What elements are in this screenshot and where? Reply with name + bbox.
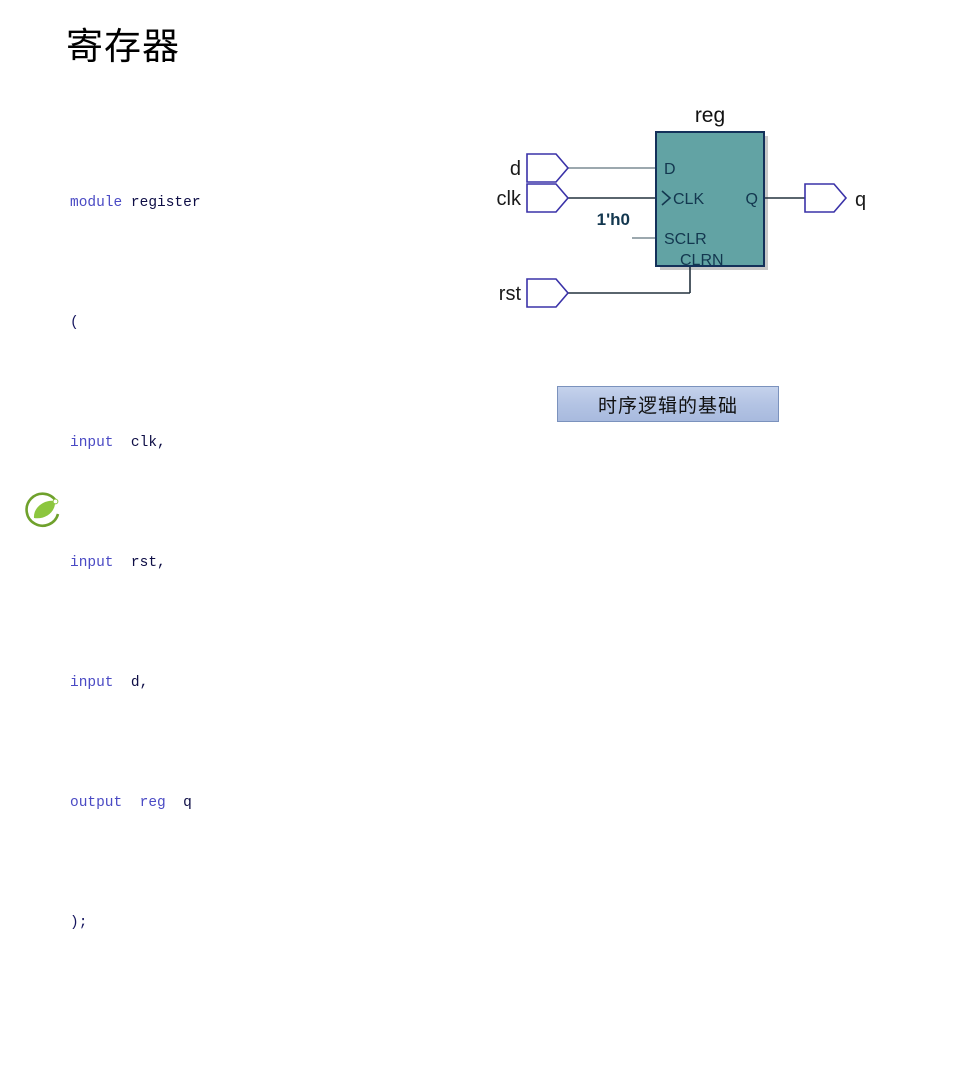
code-token-input-clk: input bbox=[70, 435, 114, 451]
code-line: module register bbox=[70, 188, 430, 218]
code-line: output reg q bbox=[70, 788, 430, 818]
register-schematic-diagram: reg D CLK SCLR CLRN Q 1'h0 d clk rst q bbox=[480, 90, 920, 330]
slide-canvas: 寄存器 module register ( input clk, input r… bbox=[0, 0, 960, 931]
code-token-input-rst: input bbox=[70, 555, 114, 571]
port-label-CLK: CLK bbox=[673, 191, 704, 208]
code-token-q: q bbox=[183, 795, 192, 811]
code-token-close-paren-semi: ); bbox=[70, 915, 88, 931]
code-token-register: register bbox=[130, 195, 201, 211]
page-title: 寄存器 bbox=[66, 27, 180, 68]
logo-leaf-icon bbox=[33, 500, 56, 519]
logo-dot-icon bbox=[52, 498, 59, 505]
port-label-SCLR: SCLR bbox=[664, 231, 707, 248]
code-token-reg: reg bbox=[139, 795, 166, 811]
port-label-D: D bbox=[664, 161, 676, 178]
verilog-code-block: module register ( input clk, input rst, … bbox=[70, 98, 430, 1080]
input-pin-clk[interactable] bbox=[526, 183, 570, 213]
input-pin-rst[interactable] bbox=[526, 278, 570, 308]
code-line: input clk, bbox=[70, 428, 430, 458]
callout-text: 时序逻辑的基础 bbox=[597, 395, 738, 417]
code-token-open-paren: ( bbox=[70, 315, 79, 331]
code-line: ( bbox=[70, 308, 430, 338]
block-title-reg: reg bbox=[695, 104, 725, 127]
output-label-q: q bbox=[855, 189, 866, 211]
code-line: input rst, bbox=[70, 548, 430, 578]
leaf-logo bbox=[22, 492, 64, 534]
code-token-d: d, bbox=[130, 675, 149, 691]
port-label-CLRN: CLRN bbox=[680, 252, 724, 269]
code-token-input-d: input bbox=[70, 675, 114, 691]
constant-label-1h0: 1'h0 bbox=[597, 210, 630, 229]
output-pin-q[interactable] bbox=[804, 183, 848, 213]
code-token-clk: clk, bbox=[130, 435, 166, 451]
input-label-rst: rst bbox=[499, 283, 522, 305]
code-line: ); bbox=[70, 908, 430, 938]
input-pin-d[interactable] bbox=[526, 153, 570, 183]
callout-box: 时序逻辑的基础 bbox=[557, 386, 779, 422]
code-token-rst: rst, bbox=[130, 555, 166, 571]
code-line: input d, bbox=[70, 668, 430, 698]
input-label-clk: clk bbox=[497, 188, 522, 210]
code-token-output: output bbox=[70, 795, 123, 811]
input-label-d: d bbox=[510, 158, 521, 180]
port-label-Q: Q bbox=[746, 191, 758, 208]
code-token-module: module bbox=[70, 195, 123, 211]
